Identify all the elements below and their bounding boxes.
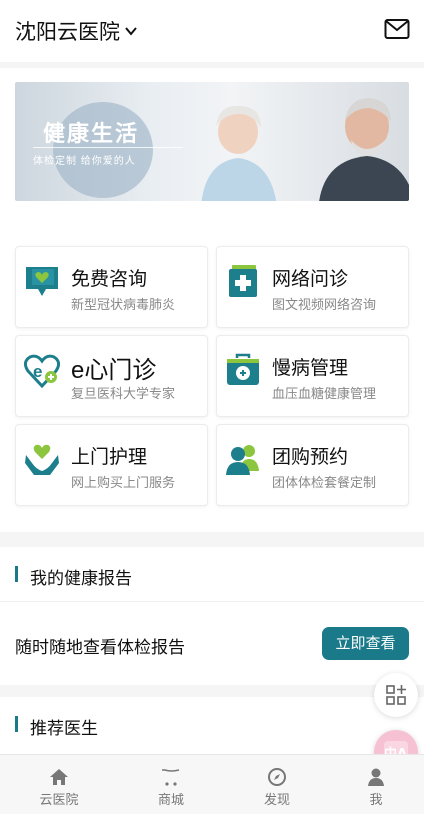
tab-label: 我 [369, 792, 383, 807]
service-subtitle: 图文视频网络咨询 [272, 297, 377, 312]
service-title: 网络问诊 [272, 269, 349, 290]
home-icon [50, 769, 68, 785]
section-accent-bar [15, 716, 18, 732]
apps-floating-button[interactable] [374, 673, 418, 717]
group-people-icon [226, 445, 259, 475]
service-title: 上门护理 [71, 447, 148, 468]
section-title: 我的健康报告 [30, 569, 132, 588]
care-hands-icon [25, 444, 59, 475]
compass-icon [268, 768, 286, 786]
service-subtitle: 网上购买上门服务 [71, 475, 176, 490]
tab-me[interactable]: 我 [323, 755, 424, 814]
medical-book-icon [229, 265, 257, 297]
medical-kit-icon [227, 353, 259, 385]
tab-discover[interactable]: 发现 [224, 755, 330, 814]
top-header: 沈阳云医院 [0, 0, 424, 62]
apps-grid-icon [386, 685, 406, 705]
service-card-online-diagnosis[interactable]: 网络问诊 图文视频网络咨询 [216, 246, 409, 328]
service-subtitle: 新型冠状病毒肺炎 [71, 297, 176, 312]
city-label: 沈阳云医院 [15, 21, 120, 44]
service-subtitle: 复旦医科大学专家 [71, 386, 176, 401]
banner-man-image [319, 98, 409, 201]
service-card-e-heart-clinic[interactable]: e e心门诊 复旦医科大学专家 [15, 335, 208, 417]
health-report-section: 我的健康报告 随时随地查看体检报告 立即查看 [0, 547, 424, 685]
tab-label: 发现 [263, 792, 290, 807]
user-icon [368, 768, 384, 786]
banner-title: 健康生活 [43, 121, 140, 147]
mail-icon[interactable] [384, 18, 410, 40]
service-subtitle: 团体体检套餐定制 [272, 475, 377, 490]
tab-label: 云医院 [39, 792, 79, 807]
e-heart-icon: e [24, 354, 60, 388]
service-card-free-consult[interactable]: 免费咨询 新型冠状病毒肺炎 [15, 246, 208, 328]
banner-woman-image [201, 105, 277, 201]
banner-subtitle: 体检定制 给你爱的人 [33, 156, 136, 167]
cart-icon [162, 769, 180, 786]
section-header: 推荐医生 [0, 697, 424, 752]
service-card-chronic-management[interactable]: 慢病管理 血压血糖健康管理 [216, 335, 409, 417]
service-title: 免费咨询 [71, 269, 148, 290]
section-header: 我的健康报告 [0, 547, 424, 602]
chat-heart-icon [26, 267, 58, 296]
svg-text:e: e [33, 362, 42, 381]
service-card-group-booking[interactable]: 团购预约 团体体检套餐定制 [216, 424, 409, 506]
service-subtitle: 血压血糖健康管理 [272, 386, 377, 401]
tab-mall[interactable]: 商城 [118, 755, 224, 814]
view-report-button[interactable]: 立即查看 [322, 627, 409, 660]
tab-label: 商城 [157, 792, 184, 807]
service-card-home-nursing[interactable]: 上门护理 网上购买上门服务 [15, 424, 208, 506]
section-accent-bar [15, 566, 18, 582]
service-title: e心门诊 [71, 357, 157, 384]
service-title: 团购预约 [272, 447, 349, 468]
tab-cloud-hospital[interactable]: 云医院 [6, 755, 112, 814]
service-title: 慢病管理 [272, 358, 349, 379]
banner-divider [33, 147, 183, 148]
section-title: 推荐医生 [30, 719, 98, 738]
recommended-doctors-section: 推荐医生 [0, 697, 424, 757]
chevron-down-icon [125, 27, 137, 36]
promo-banner[interactable]: 健康生活 体检定制 给你爱的人 [15, 82, 409, 201]
city-selector[interactable]: 沈阳云医院 [15, 16, 138, 46]
content-panel: 健康生活 体检定制 给你爱的人 免费咨询 新型冠状病毒肺炎 网络问诊 图文视频网… [0, 68, 424, 532]
bottom-tab-bar: 云医院 商城 发现 我 [0, 754, 424, 814]
report-message: 随时随地查看体检报告 [15, 638, 185, 657]
